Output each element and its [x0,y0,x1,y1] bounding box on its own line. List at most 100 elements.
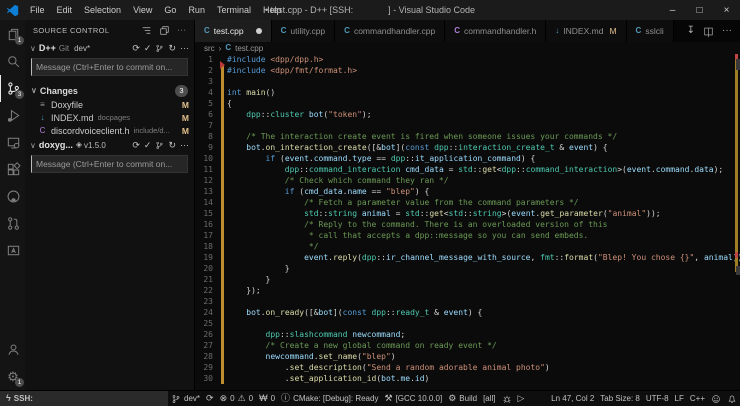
activity-item-run-and-debug[interactable] [0,102,25,129]
status-eol[interactable]: LF [672,391,687,406]
close-button[interactable]: × [713,0,740,20]
token [227,110,246,119]
changed-file-row[interactable]: Cdiscordvoiceclient.hinclude/d...M [25,124,194,137]
status-ports[interactable]: ₩0 [256,391,278,406]
menu-item-view[interactable]: View [127,0,158,20]
code-line: 16 /* Reply to the command. There is an … [195,219,740,230]
status-cmake-debug-button[interactable] [499,391,515,406]
status-cmake-status[interactable]: ⓘCMake: [Debug]: Ready [278,391,381,406]
code-line: 23 [195,296,740,307]
line-number: 13 [195,187,213,196]
split-editor-icon[interactable] [703,26,714,37]
gutter [213,131,227,142]
token [227,275,266,284]
tab-test-cpp[interactable]: Ctest.cpp [195,20,272,42]
window-controls: –□× [659,0,740,20]
repo-header-2[interactable]: ∨doxyg...◈v1.5.0⟳✓↻··· [25,137,194,153]
activity-item-source-control[interactable]: 3 [0,75,25,102]
commit-message-input[interactable]: Message (Ctrl+Enter to commit on... [31,58,188,76]
changed-file-row[interactable]: ≡DoxyfileM [25,98,194,111]
download-icon[interactable]: ↧ [687,26,695,36]
token: fmt [540,253,554,262]
status-sync-status[interactable]: ⟳ [203,391,217,406]
activity-item-accounts[interactable] [0,336,25,363]
breadcrumb-file[interactable]: test.cpp [235,44,263,53]
status-cmake-target[interactable]: [all] [480,391,498,406]
refresh-icon[interactable]: ↻ [168,44,176,53]
token: "token" [328,110,362,119]
status-problems[interactable]: ⊗0⚠0 [217,391,257,406]
check-icon[interactable]: ✓ [144,141,152,150]
menu-item-file[interactable]: File [24,0,51,20]
scrollbar[interactable] [736,59,740,70]
check-icon[interactable]: ✓ [144,44,152,53]
maximize-button[interactable]: □ [686,0,713,20]
activity-item-live-preview[interactable] [0,237,25,264]
branch-icon[interactable] [155,44,164,53]
token: dpp [372,308,386,317]
changed-file-row[interactable]: ↓INDEX.mddocpagesM [25,111,194,124]
tab-utility-cpp[interactable]: Cutility.cpp [272,20,336,42]
more-icon[interactable]: ··· [180,44,189,53]
status-language-mode[interactable]: C++ [687,391,708,406]
status-cursor-position[interactable]: Ln 47, Col 2 [548,391,597,406]
more-icon[interactable]: ··· [177,26,186,34]
menu-item-selection[interactable]: Selection [78,0,127,20]
status-encoding[interactable]: UTF-8 [643,391,672,406]
activity-item-pull-requests[interactable] [0,210,25,237]
minimize-button[interactable]: – [659,0,686,20]
token [227,132,246,141]
activity-item-extensions[interactable] [0,156,25,183]
token: name [347,187,366,196]
repo-header-1[interactable]: ∨D++Gitdev*⟳✓↻··· [25,40,194,56]
activity-item-remote-explorer[interactable] [0,129,25,156]
cpp-file-icon: C [636,27,642,35]
tab-commandhandler-h[interactable]: Ccommandhandler.h [445,20,546,42]
menu-item-terminal[interactable]: Terminal [211,0,257,20]
status-indentation[interactable]: Tab Size: 8 [597,391,643,406]
status-remote-indicator[interactable]: ϟSSH: [0,391,168,406]
code-editor[interactable]: 1#include <dpp/dpp.h>2#include <dpp/fmt/… [195,54,740,390]
activity-item-search[interactable] [0,48,25,75]
branch-icon[interactable] [155,141,164,150]
status-git-branch[interactable]: dev* [168,391,203,406]
activity-item-explorer[interactable]: 1 [0,21,25,48]
repo-branch[interactable]: dev* [72,44,90,53]
tree-view-icon[interactable] [141,25,152,36]
repo-actions: ⟳ ✓ ↻ ··· [132,141,189,150]
more-icon[interactable]: ··· [180,141,189,150]
more-icon[interactable]: ··· [722,26,732,36]
activity-item-settings[interactable]: ⚙1 [0,363,25,390]
tab-INDEX-md[interactable]: ↓INDEX.mdM [546,20,626,42]
tab-sslcli[interactable]: Csslcli [627,20,674,42]
status-notifications[interactable] [724,391,740,406]
sync-icon[interactable]: ⟳ [132,141,140,150]
sync-icon[interactable]: ⟳ [132,44,140,53]
repo-name: D++ [39,43,56,53]
line-number: 19 [195,253,213,262]
file-name: INDEX.md [51,113,94,123]
repo-version-label: v1.5.0 [84,141,106,150]
refresh-icon[interactable]: ↻ [168,141,176,150]
menu-item-edit[interactable]: Edit [51,0,79,20]
breadcrumb-folder[interactable]: src [204,44,215,53]
menu-item-run[interactable]: Run [182,0,211,20]
status-cmake-build-button[interactable]: ⚙Build [445,391,480,406]
status-label: SSH: [14,394,33,403]
commit-message-input[interactable]: Message (Ctrl+Enter to commit on... [31,155,188,173]
status-cmake-kit[interactable]: ⚒[GCC 10.0.0] [381,391,445,406]
gutter [213,98,227,109]
activity-item-github[interactable] [0,183,25,210]
code-text: */ [227,242,319,251]
status-feedback[interactable] [708,391,724,406]
token: event [304,253,328,262]
menu-item-go[interactable]: Go [158,0,182,20]
line-number: 14 [195,198,213,207]
tab-commandhandler-cpp[interactable]: Ccommandhandler.cpp [335,20,445,42]
status-cmake-launch-button[interactable]: ▷ [515,391,528,406]
token: ready_t [396,308,430,317]
token: ]( [333,308,343,317]
repositories-icon[interactable] [159,25,170,36]
changes-section-header[interactable]: ∨Changes3 [25,83,194,98]
code-text: int main() [227,88,275,97]
